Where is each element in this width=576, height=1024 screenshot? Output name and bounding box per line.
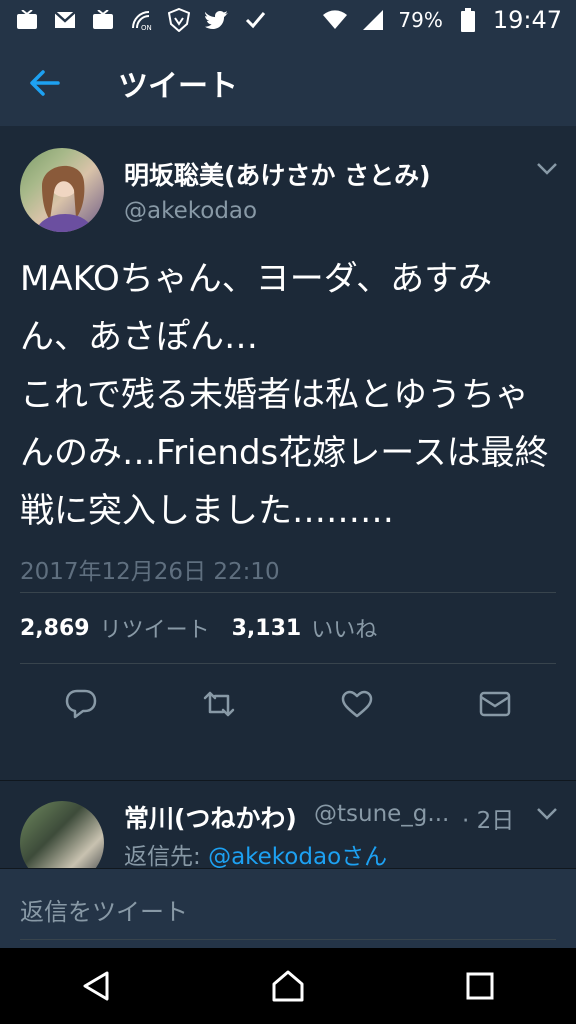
retweet-icon bbox=[203, 691, 235, 717]
reply-to-user-link[interactable]: @akekodaoさん bbox=[208, 844, 387, 869]
reply-icon bbox=[65, 689, 97, 719]
status-bar: ON 79% 19:47 bbox=[0, 0, 576, 40]
android-nav-bar bbox=[0, 948, 576, 1024]
retweet-label[interactable]: リツイート bbox=[100, 612, 210, 644]
clock: 19:47 bbox=[492, 6, 562, 34]
message-icon bbox=[479, 691, 511, 717]
tweet-text: MAKOちゃん、ヨーダ、あすみん、あさぽん… これで残る未婚者は私とゆうちゃんの… bbox=[20, 259, 549, 531]
reply-to-line: 返信先: @akekodaoさん bbox=[124, 837, 387, 869]
avatar[interactable] bbox=[20, 148, 104, 232]
reply-to-label: 返信先: bbox=[124, 844, 209, 869]
message-button[interactable] bbox=[465, 674, 525, 734]
recents-nav-button[interactable] bbox=[440, 948, 520, 1024]
battery-icon bbox=[455, 7, 481, 33]
back-nav-button[interactable] bbox=[56, 948, 136, 1024]
home-nav-button[interactable] bbox=[248, 948, 328, 1024]
tv-icon bbox=[90, 7, 116, 33]
reply-author-handle[interactable]: @tsune_g... bbox=[314, 801, 449, 827]
tweet-detail: 明坂聡美(あけさか さとみ) @akekodao MAKOちゃん、ヨーダ、あすみ… bbox=[0, 126, 576, 744]
home-icon bbox=[272, 970, 304, 1002]
tweet-stats: 2,869 リツイート 3,131 いいね bbox=[20, 593, 556, 663]
avatar[interactable] bbox=[20, 801, 104, 869]
reply-button[interactable] bbox=[51, 674, 111, 734]
nfc-icon: ON bbox=[128, 7, 154, 33]
app-bar: ツイート bbox=[0, 40, 576, 127]
reply-time: · 2日 bbox=[462, 808, 515, 834]
like-button[interactable] bbox=[327, 674, 387, 734]
notification-icons: ON bbox=[14, 7, 268, 33]
reply-tweet[interactable]: 常川(つねかわ) @tsune_g... · 2日 返信先: @akekodao… bbox=[0, 780, 576, 869]
reply-input[interactable] bbox=[20, 885, 556, 940]
tweet-author: 明坂聡美(あけさか さとみ) @akekodao bbox=[0, 126, 576, 236]
like-count[interactable]: 3,131 bbox=[232, 616, 302, 641]
chevron-down-icon[interactable] bbox=[536, 162, 558, 176]
signal-icon bbox=[360, 7, 386, 33]
author-handle[interactable]: @akekodao bbox=[124, 198, 257, 224]
reply-author-name[interactable]: 常川(つねかわ) bbox=[124, 799, 297, 835]
system-status: 79% 19:47 bbox=[322, 6, 562, 34]
retweet-count[interactable]: 2,869 bbox=[20, 616, 90, 641]
check-icon bbox=[242, 7, 268, 33]
twitter-icon bbox=[204, 7, 230, 33]
triangle-back-icon bbox=[83, 971, 109, 1001]
svg-text:ON: ON bbox=[141, 24, 152, 32]
like-label[interactable]: いいね bbox=[311, 612, 377, 644]
page-title: ツイート bbox=[118, 69, 238, 104]
retweet-button[interactable] bbox=[189, 674, 249, 734]
reply-compose-bar bbox=[0, 868, 576, 949]
chevron-down-icon[interactable] bbox=[536, 807, 558, 821]
like-icon bbox=[341, 690, 373, 718]
back-button[interactable] bbox=[0, 40, 90, 126]
battery-percent: 79% bbox=[398, 8, 443, 32]
author-name[interactable]: 明坂聡美(あけさか さとみ) bbox=[124, 156, 431, 192]
tweet-actions bbox=[0, 664, 576, 744]
arrow-left-icon bbox=[30, 70, 60, 96]
tweet-timestamp: 2017年12月26日 22:10 bbox=[20, 559, 280, 585]
shield-icon bbox=[166, 7, 192, 33]
tv-icon bbox=[14, 7, 40, 33]
wifi-icon bbox=[322, 7, 348, 33]
square-recents-icon bbox=[466, 972, 494, 1000]
gmail-icon bbox=[52, 7, 78, 33]
